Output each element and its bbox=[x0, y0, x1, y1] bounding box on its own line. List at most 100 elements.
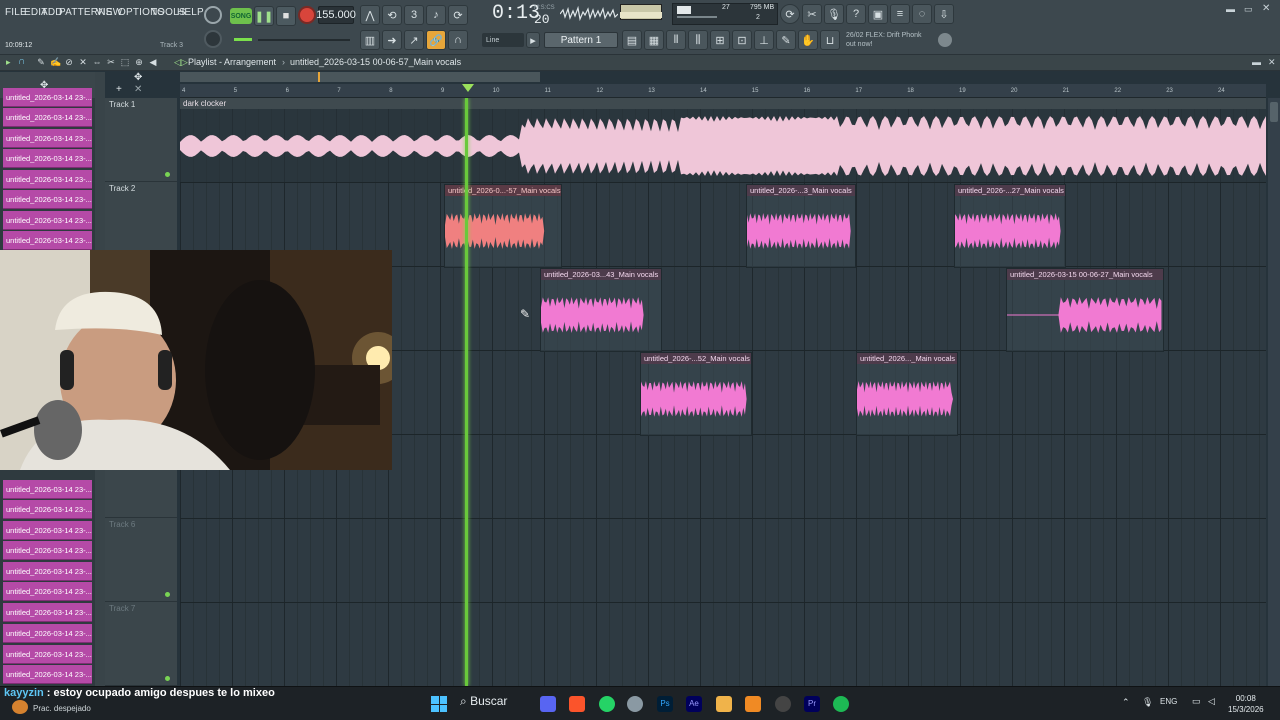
pattern-list-item[interactable]: untitled_2026-03-14 23-... bbox=[3, 603, 92, 622]
tray-chevron-icon[interactable]: ⌃ bbox=[1122, 697, 1130, 708]
weather-text[interactable]: Prac. despejado bbox=[33, 704, 91, 713]
track-led-icon[interactable] bbox=[165, 172, 170, 177]
obs-icon[interactable] bbox=[775, 696, 791, 712]
microphone-icon[interactable]: 🎙 bbox=[824, 4, 844, 24]
delete-tool-icon[interactable]: ⊘ bbox=[64, 57, 74, 67]
pattern-list-item[interactable]: untitled_2026-03-14 23-... bbox=[3, 480, 92, 499]
language-indicator[interactable]: ENG bbox=[1160, 697, 1177, 706]
pattern-list-item[interactable]: untitled_2026-03-14 23-... bbox=[3, 190, 92, 209]
faders-icon[interactable]: ⫼ bbox=[688, 30, 708, 50]
download-icon[interactable]: ⇩ bbox=[934, 4, 954, 24]
taskbar-clock[interactable]: 00:08 15/3/2026 bbox=[1228, 693, 1264, 715]
news-panel[interactable]: 26/02 FLEX: Drift Phonk out now! bbox=[846, 31, 921, 49]
master-pitch-slider[interactable] bbox=[234, 38, 252, 41]
tempo-display[interactable]: 155.000 bbox=[316, 6, 356, 24]
pattern-list-item[interactable]: untitled_2026-03-14 23-... bbox=[3, 521, 92, 540]
timeline-ruler[interactable]: 4 5 6 7 8 9 10 11 12 13 14 15 16 17 18 19 20 21 22 23 24 bbox=[180, 84, 1266, 98]
audio-clip-track1[interactable]: dark clocker bbox=[180, 98, 1266, 182]
audio-clip[interactable]: untitled_2026-...3_Main vocals bbox=[746, 184, 856, 268]
link-icon[interactable]: 🔗 bbox=[426, 30, 446, 50]
playlist-arrow-icon[interactable]: ▸ bbox=[6, 57, 11, 68]
volume-icon[interactable]: ◁ bbox=[1208, 696, 1215, 707]
pencil-tool-icon[interactable]: ✎ bbox=[36, 57, 46, 67]
audio-clip[interactable]: untitled_2026-...52_Main vocals bbox=[640, 352, 752, 436]
pattern-list-item[interactable]: untitled_2026-03-14 23-... bbox=[3, 582, 92, 601]
taskbar-search[interactable]: ⌕ Buscar bbox=[460, 694, 530, 714]
minimize-icon[interactable]: ▬ bbox=[1226, 4, 1235, 14]
photoshop-icon[interactable]: Ps bbox=[657, 696, 673, 712]
stop-button[interactable]: ■ bbox=[276, 6, 296, 26]
settings-icon[interactable] bbox=[627, 696, 643, 712]
pointer-icon[interactable]: ↗ bbox=[404, 30, 424, 50]
track-header[interactable]: Track 7 bbox=[105, 602, 177, 686]
premiere-icon[interactable]: Pr bbox=[804, 696, 820, 712]
fl-studio-icon[interactable] bbox=[745, 696, 761, 712]
vertical-scrollbar[interactable] bbox=[1268, 98, 1280, 686]
pattern-list-item[interactable]: untitled_2026-03-14 23-... bbox=[3, 170, 92, 189]
countdown-icon[interactable]: 3 bbox=[404, 5, 424, 25]
refresh-icon[interactable]: ⟳ bbox=[780, 4, 800, 24]
play-pause-button[interactable]: ❚❚ bbox=[254, 6, 274, 26]
snap-select[interactable]: Line bbox=[482, 33, 524, 47]
windows-start-icon[interactable] bbox=[431, 696, 447, 712]
slice-tool-icon[interactable]: ✂ bbox=[106, 57, 116, 67]
magnet-icon[interactable]: ∩ bbox=[448, 30, 468, 50]
pattern-list-item[interactable]: untitled_2026-03-14 23-... bbox=[3, 541, 92, 560]
track-led-icon[interactable] bbox=[165, 592, 170, 597]
song-mode-toggle[interactable]: SONG bbox=[230, 8, 252, 24]
close-icon[interactable]: ✕ bbox=[1262, 3, 1270, 14]
arrow-right-icon[interactable]: ➜ bbox=[382, 30, 402, 50]
loop-record-icon[interactable]: ⟲ bbox=[382, 5, 402, 25]
pattern-list-item[interactable]: untitled_2026-03-14 23-... bbox=[3, 624, 92, 643]
audio-clip[interactable]: untitled_2026-0...-57_Main vocals bbox=[444, 184, 562, 268]
news-gear-icon[interactable] bbox=[938, 33, 952, 47]
pattern-list-item[interactable]: untitled_2026-03-14 23-... bbox=[3, 231, 92, 250]
pattern-selector[interactable]: Pattern 1 bbox=[544, 32, 618, 48]
playlist-current-pattern[interactable]: untitled_2026-03-15 00-06-57_Main vocals bbox=[290, 57, 461, 67]
select-tool-icon[interactable]: ⬚ bbox=[120, 57, 130, 67]
zoom-tool-icon[interactable]: ⊕ bbox=[134, 57, 144, 67]
playhead-marker-icon[interactable] bbox=[462, 84, 474, 92]
brush-icon[interactable]: ✎ bbox=[776, 30, 796, 50]
wait-input-icon[interactable]: ⟳ bbox=[448, 5, 468, 25]
after-effects-icon[interactable]: Ae bbox=[686, 696, 702, 712]
browser-icon[interactable]: ⊞ bbox=[710, 30, 730, 50]
file-explorer-icon[interactable] bbox=[716, 696, 732, 712]
collapse-icon[interactable]: ✕ bbox=[134, 84, 142, 95]
audio-clip[interactable]: untitled_2026-03-15 00-06-27_Main vocals bbox=[1006, 268, 1164, 352]
pattern-list-item[interactable]: untitled_2026-03-14 23-... bbox=[3, 129, 92, 148]
pattern-list-item[interactable]: untitled_2026-03-14 23-... bbox=[3, 88, 92, 107]
pattern-list-item[interactable]: untitled_2026-03-14 23-... bbox=[3, 108, 92, 127]
pattern-list-item[interactable]: untitled_2026-03-14 23-... bbox=[3, 645, 92, 664]
playlist-play-icon[interactable]: ◁▷ bbox=[174, 57, 188, 68]
slip-tool-icon[interactable]: ⇔ bbox=[92, 57, 102, 67]
playlist-icon[interactable]: ▤ bbox=[622, 30, 642, 50]
weather-icon[interactable] bbox=[12, 700, 28, 714]
pattern-list-item[interactable]: untitled_2026-03-14 23-... bbox=[3, 562, 92, 581]
cut-icon[interactable]: ✂ bbox=[802, 4, 822, 24]
help-icon[interactable]: ? bbox=[846, 4, 866, 24]
channel-rack-icon[interactable]: ▦ bbox=[644, 30, 664, 50]
record-button[interactable] bbox=[298, 6, 316, 24]
playlist-minimize-icon[interactable]: ▬ bbox=[1252, 57, 1261, 67]
pattern-list-item[interactable]: untitled_2026-03-14 23-... bbox=[3, 211, 92, 230]
pattern-list-item[interactable]: untitled_2026-03-14 23-... bbox=[3, 149, 92, 168]
maximize-icon[interactable]: ▭ bbox=[1244, 4, 1253, 15]
pattern-list-item[interactable]: untitled_2026-03-14 23-... bbox=[3, 500, 92, 519]
whatsapp-icon[interactable] bbox=[599, 696, 615, 712]
menu-help[interactable]: HELP bbox=[177, 7, 204, 18]
mixer-icon[interactable]: ≡ bbox=[890, 4, 910, 24]
master-volume-knob[interactable] bbox=[204, 30, 222, 48]
speaker-tool-icon[interactable]: ◀ bbox=[148, 57, 158, 67]
pattern-prev-icon[interactable]: ▸ bbox=[526, 32, 540, 48]
metronome-icon[interactable] bbox=[204, 6, 222, 24]
save-icon[interactable]: ▣ bbox=[868, 4, 888, 24]
hand-icon[interactable]: ✋ bbox=[798, 30, 818, 50]
horizontal-scrollbar[interactable] bbox=[180, 72, 540, 82]
tray-mic-icon[interactable]: 🎙 bbox=[1142, 697, 1153, 708]
playlist-magnet-icon[interactable]: ∩ bbox=[18, 56, 25, 67]
audio-clip[interactable]: untitled_2026-03...43_Main vocals bbox=[540, 268, 662, 352]
spotify-icon[interactable] bbox=[833, 696, 849, 712]
audio-clip[interactable]: untitled_2026-...27_Main vocals bbox=[954, 184, 1066, 268]
mixer-view-icon[interactable]: ⫴ bbox=[666, 30, 686, 50]
